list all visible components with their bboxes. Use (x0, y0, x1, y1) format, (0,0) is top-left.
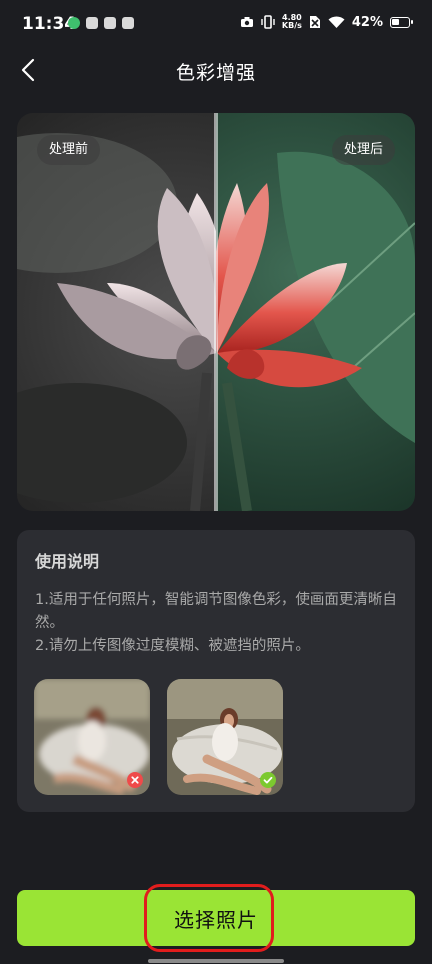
select-photo-label: 选择照片 (174, 910, 258, 932)
after-label: 处理后 (331, 135, 395, 165)
network-speed: 4.80 KB/s (282, 14, 302, 30)
game-app-icon (122, 17, 134, 29)
before-label: 处理前 (37, 135, 101, 165)
select-photo-button[interactable]: 选择照片 (17, 890, 415, 946)
notification-icons (68, 17, 134, 29)
link-app-icon (104, 17, 116, 29)
camera-icon (240, 17, 253, 27)
battery-percent: 42% (351, 14, 383, 30)
comparison-divider[interactable] (214, 113, 218, 511)
guide-line-2: 2.请勿上传图像过度模糊、被遮挡的照片。 (35, 638, 310, 654)
bad-example-photo (34, 679, 150, 795)
wifi-icon (328, 16, 345, 28)
vibrate-icon (261, 15, 275, 29)
message-app-icon (68, 17, 80, 29)
guide-text: 1.适用于任何照片，智能调节图像色彩，使画面更清晰自然。 2.请勿上传图像过度模… (35, 589, 407, 658)
status-bar: 11:34 4.80 KB/s 42% (0, 0, 432, 52)
x-icon (127, 772, 143, 788)
good-example-photo (167, 679, 283, 795)
check-icon (260, 772, 276, 788)
guide-title: 使用说明 (35, 552, 100, 571)
nav-bar: 色彩增强 (0, 48, 432, 92)
before-after-comparison[interactable]: 处理前 处理后 (17, 113, 415, 511)
store-app-icon (86, 17, 98, 29)
home-indicator[interactable] (148, 959, 284, 963)
guide-line-1: 1.适用于任何照片，智能调节图像色彩，使画面更清晰自然。 (35, 592, 397, 631)
status-indicators: 4.80 KB/s 42% (240, 14, 413, 30)
no-sim-icon (309, 16, 320, 28)
usage-guide-card: 使用说明 1.适用于任何照片，智能调节图像色彩，使画面更清晰自然。 2.请勿上传… (17, 530, 415, 812)
page-title: 色彩增强 (175, 62, 256, 84)
lotus-comparison-image (17, 113, 415, 511)
net-speed-unit: KB/s (281, 21, 302, 30)
battery-icon (390, 16, 413, 28)
